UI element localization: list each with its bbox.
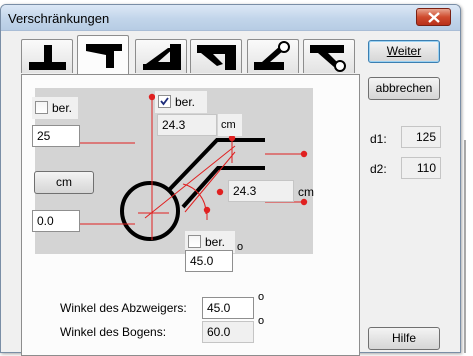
title-bar[interactable]: Verschränkungen: [1, 5, 460, 31]
tab-shape-1[interactable]: [21, 39, 73, 73]
branch-angle-unit: o: [258, 291, 265, 303]
d1-value-field: 125: [401, 126, 441, 148]
shape-6-icon: [310, 45, 346, 72]
cancel-button[interactable]: abbrechen: [368, 77, 440, 100]
bottom-ber-box[interactable]: [188, 235, 201, 248]
shape-3-icon: [143, 44, 181, 70]
shape-1-icon: [29, 45, 66, 70]
top-unit-label: cm: [221, 119, 236, 131]
next-button[interactable]: Weiter: [368, 40, 440, 63]
top-unit-box: cm: [218, 114, 242, 136]
shape-tabs: [21, 35, 361, 74]
branch-angle-label: Winkel des Abzweigers:: [60, 301, 187, 315]
top-ber-label: ber.: [175, 95, 196, 109]
help-button[interactable]: Hilfe: [368, 327, 440, 350]
close-button[interactable]: [416, 8, 451, 26]
d1-label: d1:: [370, 132, 387, 146]
tab-shape-2[interactable]: [77, 35, 129, 74]
shape-5-icon: [254, 41, 290, 70]
right-value-field: 24.3: [228, 180, 294, 202]
bend-angle-field: 60.0: [202, 321, 254, 343]
bottom-ber-label: ber.: [205, 235, 226, 249]
bend-angle-unit: o: [258, 315, 265, 327]
branch-angle-input[interactable]: 45.0: [202, 297, 254, 319]
left-ber-box[interactable]: [35, 101, 48, 114]
left-bottom-input[interactable]: 0.0: [32, 210, 80, 232]
d2-value-field: 110: [401, 157, 441, 179]
check-icon: [160, 97, 169, 106]
shape-2-icon: [86, 44, 122, 68]
right-unit-label: cm: [298, 185, 314, 199]
left-value-input[interactable]: 25: [32, 125, 80, 147]
shape-panel: ber. 25 cm 0.0 ber. 24.3 cm 24.3 cm ber.…: [21, 74, 360, 356]
left-ber-label: ber.: [52, 101, 73, 115]
top-value-field: 24.3: [157, 114, 217, 136]
top-ber-box[interactable]: [158, 95, 171, 108]
close-icon: [428, 12, 440, 23]
tab-shape-4[interactable]: [190, 39, 242, 73]
shape-4-icon: [197, 45, 236, 70]
bend-angle-label: Winkel des Bogens:: [60, 325, 167, 339]
top-ber-checkbox[interactable]: ber.: [155, 91, 207, 113]
tab-shape-3[interactable]: [135, 39, 187, 73]
next-button-label: Weiter: [386, 44, 422, 58]
cm-unit-button[interactable]: cm: [34, 171, 94, 194]
bottom-unit-label: o: [237, 241, 244, 253]
dialog-window: Verschränkungen ber. 25 cm 0.0 ber. 24.3…: [0, 4, 461, 356]
tab-shape-6[interactable]: [303, 39, 355, 73]
bottom-value-input[interactable]: 45.0: [185, 250, 233, 272]
tab-shape-5[interactable]: [247, 39, 299, 73]
left-ber-checkbox[interactable]: ber.: [32, 97, 78, 119]
d2-label: d2:: [370, 162, 387, 176]
window-title: Verschränkungen: [8, 11, 110, 26]
